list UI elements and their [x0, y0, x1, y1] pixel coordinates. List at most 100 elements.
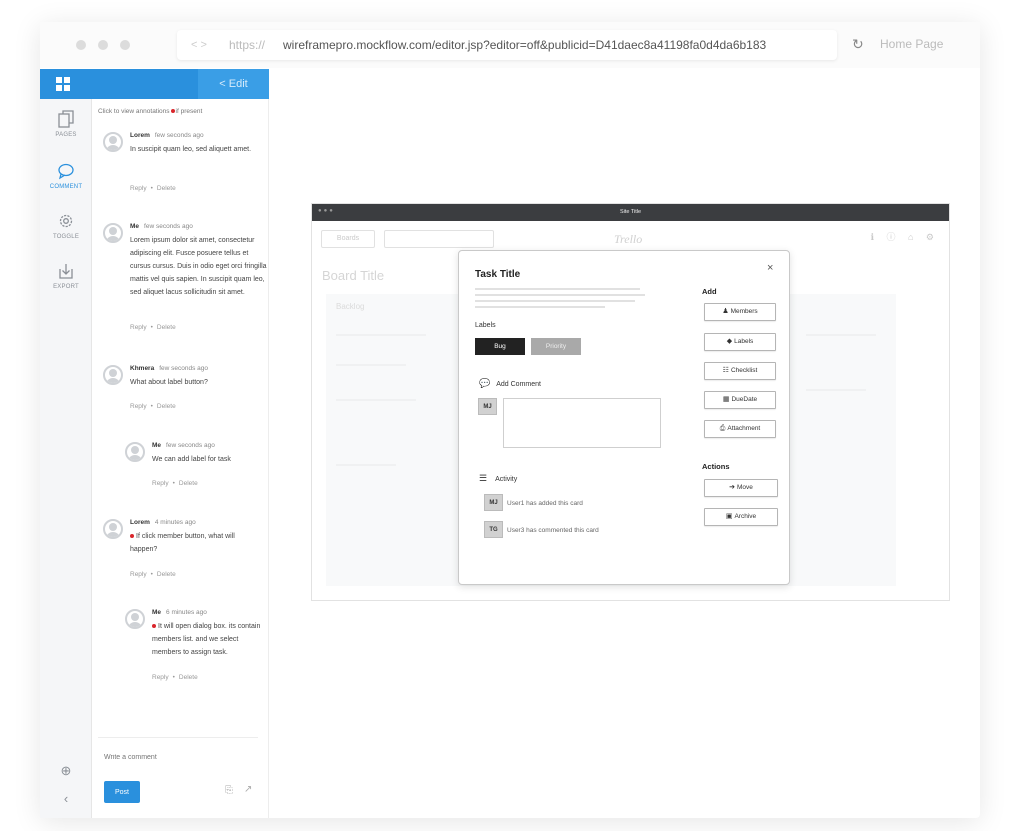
comment-time: few seconds ago — [144, 223, 193, 230]
annotation-dot-icon — [130, 534, 134, 539]
url-protocol: https:// — [229, 38, 266, 52]
tag-icon: ◆ — [726, 338, 733, 345]
avatar: MJ — [478, 398, 497, 415]
reply-link[interactable]: Reply — [130, 185, 147, 192]
comment-time: 4 minutes ago — [154, 519, 196, 526]
archive-icon: ▣ — [725, 513, 733, 520]
reply-link[interactable]: Reply — [130, 571, 147, 578]
window-close-dot[interactable] — [76, 40, 86, 50]
placeholder-line — [336, 399, 416, 401]
rail-item-comment[interactable]: COMMENT — [40, 161, 92, 190]
checklist-icon: ☷ — [722, 367, 729, 374]
comment-text: It will open dialog box. its contain mem… — [152, 623, 261, 656]
delete-link[interactable]: Delete — [179, 480, 198, 487]
comment-reply-item: Me few seconds ago We can add label for t… — [125, 442, 265, 492]
activity-entry: User1 has added this card — [507, 500, 583, 507]
speech-bubble-icon: 💬 — [479, 378, 491, 388]
attachment-icon: ⎙ — [719, 425, 726, 432]
comment-reply-item: Me 6 minutes ago It will open dialog box.… — [125, 609, 265, 681]
add-comment-heading: 💬 Add Comment — [479, 378, 541, 388]
rail-item-toggle[interactable]: TOGGLE — [40, 211, 92, 240]
collapse-chevron-icon[interactable]: ‹ — [40, 791, 92, 806]
hint-text-end: if present — [175, 108, 203, 115]
annotations-hint: Click to view annotations if present — [98, 108, 202, 115]
comment-input[interactable] — [104, 748, 244, 766]
app-header: < Edit — [40, 69, 269, 99]
labels-button[interactable]: ◆ Labels — [704, 333, 776, 351]
placeholder-line — [336, 464, 396, 466]
move-button[interactable]: ➔ Move — [704, 479, 778, 497]
rail-item-pages[interactable]: PAGES — [40, 109, 92, 138]
window-maximize-dot[interactable] — [120, 40, 130, 50]
task-dialog: Task Title × Labels Bug Priority 💬 Add Co… — [458, 250, 790, 585]
rail-item-export[interactable]: EXPORT — [40, 261, 92, 290]
placeholder-line — [806, 389, 866, 391]
rail-label-export: EXPORT — [53, 284, 79, 290]
edit-button[interactable]: < Edit — [198, 69, 269, 99]
home-page-link[interactable]: Home Page — [880, 37, 943, 51]
members-button[interactable]: ♟ Members — [704, 303, 776, 321]
delete-link[interactable]: Delete — [157, 571, 176, 578]
pin-icon[interactable]: ↗ — [244, 784, 252, 795]
address-bar[interactable]: < > https:// wireframepro.mockflow.com/e… — [177, 30, 837, 60]
avatar — [125, 442, 145, 462]
attachment-button[interactable]: ⎙ Attachment — [704, 420, 776, 438]
reply-link[interactable]: Reply — [152, 674, 169, 681]
reply-link[interactable]: Reply — [130, 403, 147, 410]
gear-icon — [59, 214, 73, 228]
grid-menu-icon[interactable] — [56, 77, 70, 91]
delete-link[interactable]: Delete — [157, 403, 176, 410]
task-description-placeholder — [475, 288, 645, 312]
browser-toolbar: < > https:// wireframepro.mockflow.com/e… — [40, 22, 980, 68]
placeholder-line — [336, 364, 406, 366]
avatar — [103, 519, 123, 539]
comment-author: Me — [152, 442, 162, 449]
actions-heading: Actions — [702, 462, 730, 471]
comment-author: Lorem — [130, 132, 150, 139]
rail-label-comment: COMMENT — [49, 184, 83, 190]
arrow-right-icon: ➔ — [729, 484, 735, 491]
avatar — [125, 609, 145, 629]
reload-icon[interactable]: ↻ — [852, 36, 864, 53]
post-button[interactable]: Post — [104, 781, 140, 803]
url-text[interactable]: wireframepro.mockflow.com/editor.jsp?edi… — [283, 30, 766, 60]
avatar — [103, 365, 123, 385]
comment-time: few seconds ago — [159, 365, 209, 372]
comment-item: Khmera few seconds ago What about label b… — [103, 365, 263, 415]
board-title: Board Title — [322, 268, 385, 283]
delete-link[interactable]: Delete — [179, 674, 198, 681]
zoom-icon[interactable]: ⊕ — [40, 763, 92, 779]
comment-time: few seconds ago — [154, 132, 204, 139]
close-icon[interactable]: × — [767, 262, 773, 274]
reply-link[interactable]: Reply — [152, 480, 169, 487]
delete-link[interactable]: Delete — [157, 324, 176, 331]
comment-author: Me — [130, 223, 140, 230]
avatar — [103, 132, 123, 152]
rail-label-toggle: TOGGLE — [52, 234, 80, 240]
comment-textarea[interactable] — [503, 398, 661, 448]
reply-link[interactable]: Reply — [130, 324, 147, 331]
board-search-input[interactable] — [384, 230, 494, 248]
duedate-button[interactable]: ▦ DueDate — [704, 391, 776, 409]
comment-icon — [58, 163, 74, 180]
annotation-dot-icon — [170, 109, 175, 114]
comment-text: Lorem ipsum dolor sit amet, consectetur … — [130, 237, 267, 296]
boards-button[interactable]: Boards — [321, 230, 375, 248]
window-minimize-dot[interactable] — [98, 40, 108, 50]
comment-author: Lorem — [130, 519, 150, 526]
back-forward-icon[interactable]: < > — [191, 30, 207, 60]
comment-item: Lorem few seconds ago In suscipit quam le… — [103, 132, 263, 202]
activity-heading: ☰ Activity — [479, 473, 518, 483]
comment-text: If click member button, what will happen… — [130, 533, 235, 553]
wireframe-logo: Trello — [614, 232, 643, 246]
label-priority[interactable]: Priority — [531, 338, 581, 355]
archive-button[interactable]: ▣ Archive — [704, 508, 778, 526]
placeholder-line — [336, 334, 426, 336]
wireframe-title-bar: ●●● Site Title — [312, 204, 949, 221]
checklist-button[interactable]: ☷ Checklist — [704, 362, 776, 380]
task-title: Task Title — [475, 269, 521, 280]
pages-icon — [58, 110, 74, 128]
attach-clip-icon[interactable]: ⎘ — [225, 785, 233, 796]
label-bug[interactable]: Bug — [475, 338, 525, 355]
delete-link[interactable]: Delete — [157, 185, 176, 192]
